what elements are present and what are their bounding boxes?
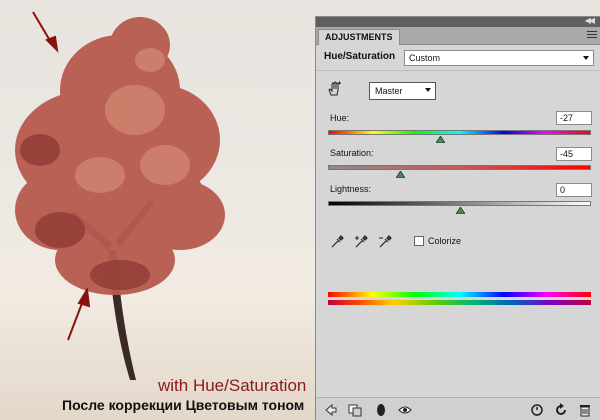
panel-menu-icon[interactable] xyxy=(587,31,597,39)
hue-slider-thumb[interactable] xyxy=(435,136,445,143)
panel-tab-bar: ADJUSTMENTS xyxy=(316,27,600,45)
preset-value: Custom xyxy=(409,53,441,63)
previous-state-icon[interactable] xyxy=(530,403,544,417)
saturation-value-input[interactable]: -45 xyxy=(556,147,592,161)
channel-dropdown[interactable]: Master xyxy=(369,82,436,100)
adjustment-title: Hue/Saturation xyxy=(324,51,396,62)
collapse-icon[interactable]: ◀◀ xyxy=(585,16,595,25)
chevron-down-icon xyxy=(425,88,431,92)
hand-tool-icon[interactable] xyxy=(326,81,342,97)
preset-dropdown[interactable]: Custom xyxy=(404,50,594,66)
hue-slider-track[interactable] xyxy=(328,130,591,135)
adjustment-header: Hue/Saturation Custom xyxy=(316,47,600,71)
eyedropper-plus-icon[interactable] xyxy=(354,235,368,249)
back-arrow-icon[interactable] xyxy=(324,403,338,417)
lightness-value-input[interactable]: 0 xyxy=(556,183,592,197)
caption-english: with Hue/Saturation xyxy=(158,376,307,395)
colorize-checkbox[interactable] xyxy=(414,236,424,246)
input-spectrum-bar xyxy=(328,292,591,297)
saturation-slider-track[interactable] xyxy=(328,165,591,170)
chevron-down-icon xyxy=(583,56,589,60)
lightness-label: Lightness: xyxy=(330,184,372,194)
lightness-slider-thumb[interactable] xyxy=(455,207,465,214)
output-spectrum-bar xyxy=(328,300,591,305)
hue-value-input[interactable]: -27 xyxy=(556,111,592,125)
eye-icon[interactable] xyxy=(398,403,412,417)
tree-illustration xyxy=(15,11,225,380)
saturation-label: Saturation: xyxy=(330,148,374,158)
reset-icon[interactable] xyxy=(554,403,568,417)
panel-footer xyxy=(316,397,600,420)
eyedropper-icon[interactable] xyxy=(330,235,344,249)
panel-title-bar[interactable]: ◀◀ xyxy=(316,16,600,27)
clip-to-layer-icon[interactable] xyxy=(348,403,362,417)
colorize-label: Colorize xyxy=(428,236,462,246)
channel-value: Master xyxy=(375,86,403,96)
hue-label: Hue: xyxy=(330,113,350,123)
tab-adjustments[interactable]: ADJUSTMENTS xyxy=(318,29,400,45)
caption-russian: После коррекции Цветовым тоном xyxy=(62,397,305,413)
visibility-mask-icon[interactable] xyxy=(374,403,388,417)
trash-icon[interactable] xyxy=(578,403,592,417)
adjustments-panel: ◀◀ ADJUSTMENTS Hue/Saturation Custom Mas… xyxy=(315,16,600,420)
saturation-slider-thumb[interactable] xyxy=(396,171,406,178)
eyedropper-minus-icon[interactable] xyxy=(378,235,392,249)
lightness-slider-track[interactable] xyxy=(328,201,591,206)
